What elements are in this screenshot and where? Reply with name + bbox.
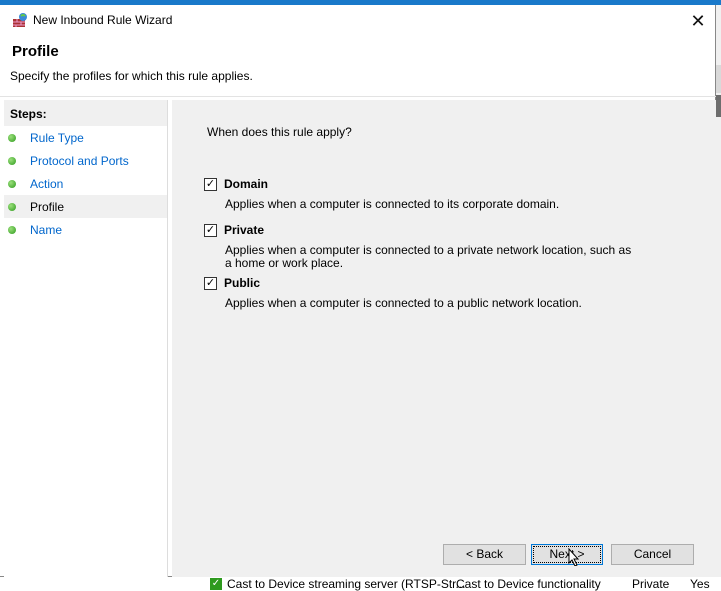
page-subtitle: Specify the profiles for which this rule… bbox=[10, 69, 253, 83]
status-dot-icon bbox=[8, 133, 16, 142]
page-title: Profile bbox=[12, 43, 59, 60]
enabled-check-icon: ✓ bbox=[210, 578, 222, 590]
step-profile[interactable]: Profile bbox=[4, 195, 167, 218]
main-panel: When does this rule apply? ✓ Domain Appli… bbox=[172, 100, 716, 577]
back-button[interactable]: < Back bbox=[443, 544, 526, 565]
steps-panel: Steps: Rule Type Protocol and Ports Acti… bbox=[4, 100, 168, 577]
steps-heading: Steps: bbox=[4, 100, 167, 126]
step-protocol-ports[interactable]: Protocol and Ports bbox=[4, 149, 167, 172]
wizard-window: New Inbound Rule Wizard ✕ Profile Specif… bbox=[0, 5, 716, 577]
background-table-row: ✓ Cast to Device streaming server (RTSP-… bbox=[0, 577, 721, 591]
step-label[interactable]: Protocol and Ports bbox=[30, 154, 129, 168]
step-label[interactable]: Name bbox=[30, 223, 62, 237]
checkmark-icon[interactable]: ✓ bbox=[204, 223, 217, 237]
mouse-cursor-icon bbox=[568, 548, 580, 566]
step-label: Profile bbox=[30, 199, 65, 214]
step-name[interactable]: Name bbox=[4, 218, 167, 241]
background-cell: Yes bbox=[690, 577, 710, 591]
cancel-button[interactable]: Cancel bbox=[611, 544, 694, 565]
step-rule-type[interactable]: Rule Type bbox=[4, 126, 167, 149]
checkmark-icon[interactable]: ✓ bbox=[204, 177, 217, 191]
background-window-edge bbox=[716, 5, 721, 591]
background-cell: Cast to Device functionality bbox=[456, 577, 601, 591]
next-button[interactable]: Next > bbox=[531, 544, 603, 565]
private-description: Applies when a computer is connected to … bbox=[225, 243, 632, 270]
status-dot-icon bbox=[8, 225, 16, 234]
domain-description: Applies when a computer is connected to … bbox=[225, 197, 560, 211]
private-checkbox[interactable]: ✓ Private bbox=[204, 223, 264, 237]
checkbox-label: Private bbox=[224, 223, 265, 237]
background-cell: Private bbox=[632, 577, 670, 591]
status-dot-icon bbox=[8, 202, 16, 211]
status-dot-icon bbox=[8, 156, 16, 165]
step-label[interactable]: Rule Type bbox=[30, 131, 84, 145]
firewall-icon bbox=[13, 13, 27, 27]
step-action[interactable]: Action bbox=[4, 172, 167, 195]
checkbox-label: Public bbox=[224, 276, 261, 290]
domain-checkbox[interactable]: ✓ Domain bbox=[204, 177, 268, 191]
public-checkbox[interactable]: ✓ Public bbox=[204, 276, 260, 290]
public-description: Applies when a computer is connected to … bbox=[225, 296, 582, 310]
close-icon[interactable]: ✕ bbox=[688, 11, 708, 31]
question-label: When does this rule apply? bbox=[207, 125, 352, 139]
step-label[interactable]: Action bbox=[30, 177, 63, 191]
checkbox-label: Domain bbox=[224, 177, 269, 191]
window-title: New Inbound Rule Wizard bbox=[33, 13, 173, 27]
background-cell: Cast to Device streaming server (RTSP-St… bbox=[227, 577, 466, 591]
status-dot-icon bbox=[8, 179, 16, 188]
divider bbox=[0, 96, 716, 97]
checkmark-icon[interactable]: ✓ bbox=[204, 276, 217, 290]
